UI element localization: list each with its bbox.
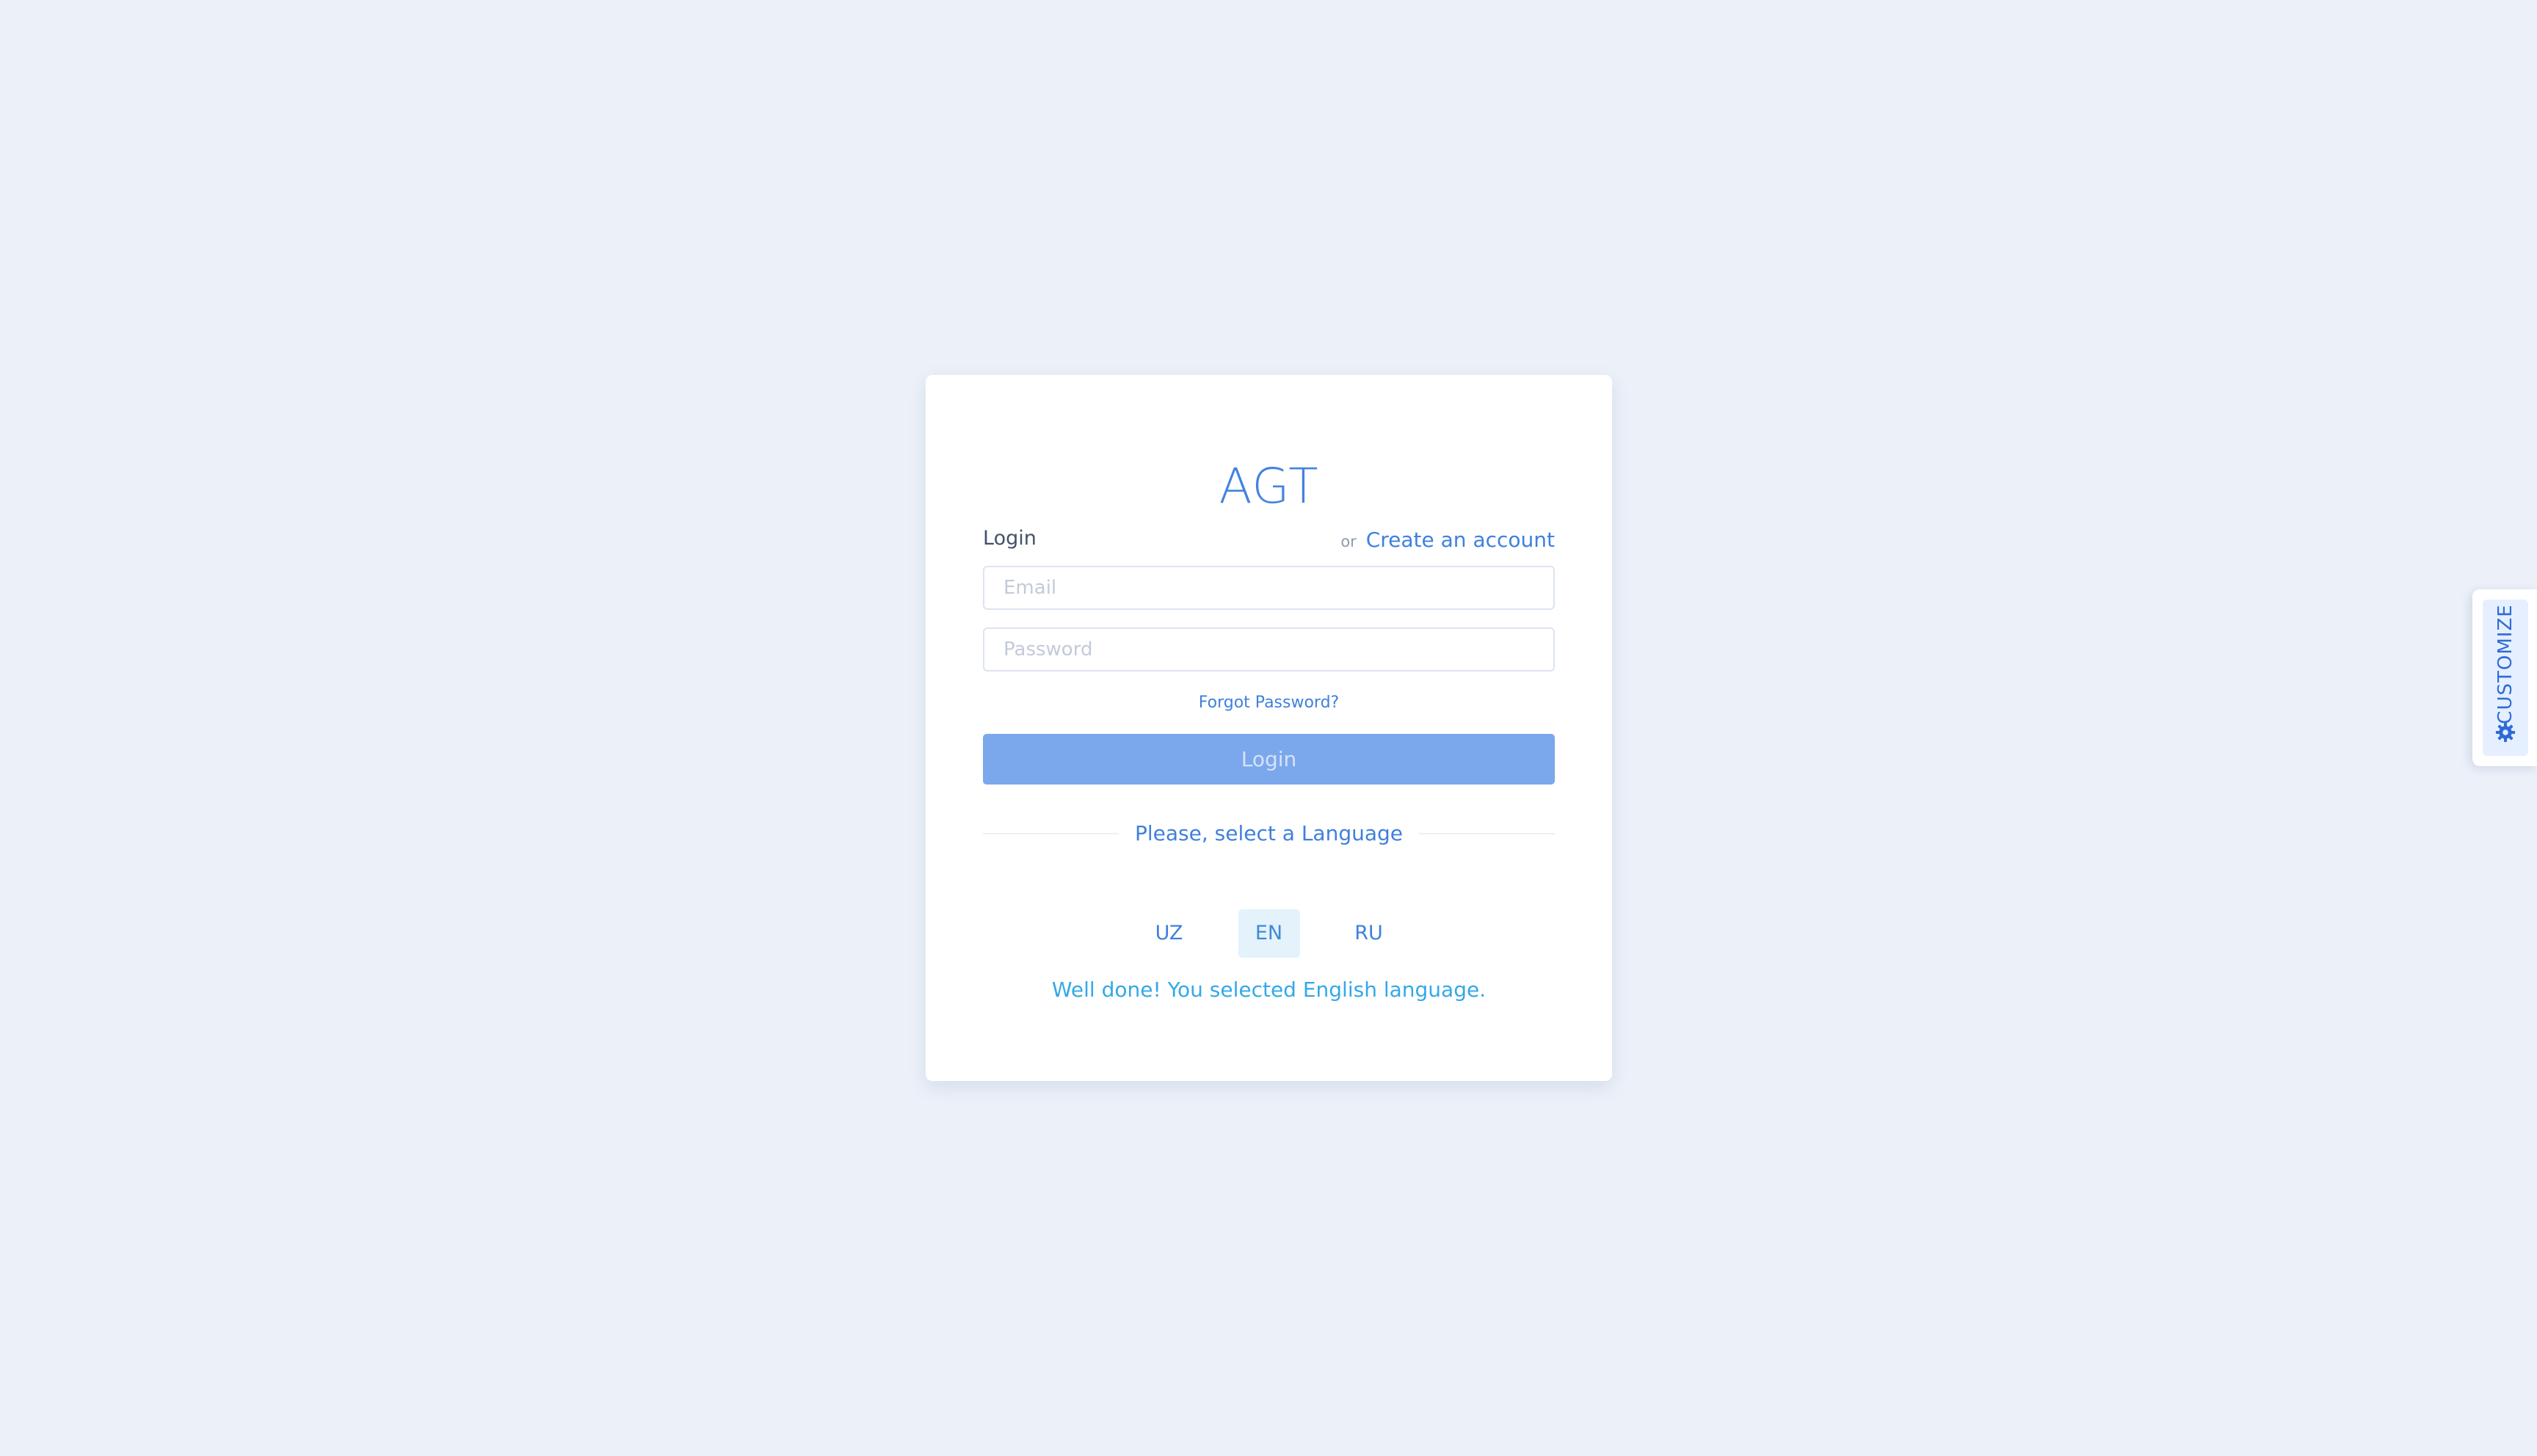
customize-tab[interactable]: CUSTOMIZE [2472,589,2537,766]
forgot-password-link[interactable]: Forgot Password? [926,691,1612,715]
language-option-ru[interactable]: RU [1338,909,1400,958]
password-input[interactable] [983,627,1555,671]
language-options: UZ EN RU [926,909,1612,959]
customize-panel: CUSTOMIZE [2483,600,2528,756]
login-button[interactable]: Login [983,734,1555,785]
brand-title: AGT [1219,458,1319,514]
create-account-row: or Create an account [1340,525,1555,556]
login-card: AGT Login or Create an account Forgot Pa… [926,375,1612,1081]
language-success-message: Well done! You selected English language… [1051,978,1487,1002]
login-heading: Login [983,527,1037,550]
create-account-link[interactable]: Create an account [1366,528,1555,552]
language-option-uz[interactable]: UZ [1139,909,1200,958]
gear-icon[interactable] [2494,721,2516,743]
language-prompt: Please, select a Language [1119,821,1419,845]
or-text: or [1340,533,1357,550]
language-option-en[interactable]: EN [1238,909,1300,958]
language-prompt-wrap: Please, select a Language [926,820,1612,848]
email-input[interactable] [983,566,1555,610]
customize-label: CUSTOMIZE [2494,604,2516,724]
